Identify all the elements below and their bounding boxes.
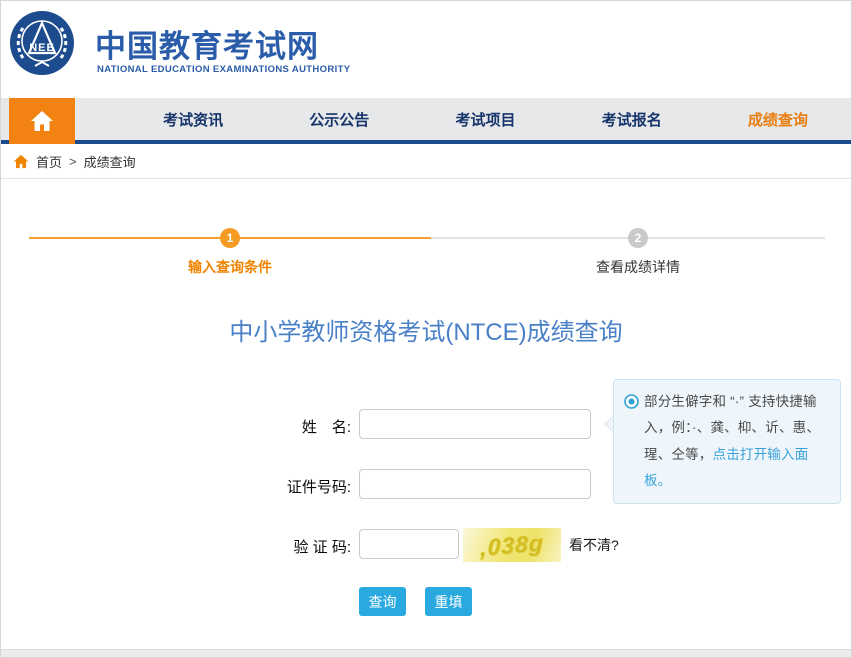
page: NEE 中国教育考试网 NATIONAL EDUCATION EXAMINATI… (0, 0, 852, 658)
captcha-input[interactable] (359, 529, 459, 559)
breadcrumb-home-icon (13, 154, 29, 169)
breadcrumb-separator: > (69, 154, 77, 169)
page-title: 中小学教师资格考试(NTCE)成绩查询 (1, 312, 851, 347)
rare-character-tooltip: 部分生僻字和 “·” 支持快捷输入，例：·、龚、枊、䜣、惠、瑆、仝等，点击打开输… (613, 379, 841, 504)
nav-item-score-inquiry[interactable]: 成绩查询 (705, 98, 851, 140)
tooltip-body: 部分生僻字和 “·” 支持快捷输入，例：·、龚、枊、䜣、惠、瑆、仝等，点击打开输… (644, 389, 830, 494)
step-2-circle: 2 (628, 228, 648, 248)
captcha-label: 验 证 码: (231, 536, 351, 557)
site-header: NEE 中国教育考试网 NATIONAL EDUCATION EXAMINATI… (1, 1, 851, 98)
nav-home-button[interactable] (9, 98, 75, 144)
radio-dot-icon (624, 394, 639, 409)
breadcrumb-home-link[interactable]: 首页 (36, 152, 62, 171)
id-number-input[interactable] (359, 469, 591, 499)
home-icon (30, 110, 54, 132)
name-label: 姓 名: (231, 416, 351, 437)
site-title: 中国教育考试网 (95, 21, 319, 66)
reset-button[interactable]: 重填 (425, 587, 472, 616)
main-nav: 考试资讯 公示公告 考试项目 考试报名 成绩查询 (1, 98, 851, 144)
svg-text:NEE: NEE (29, 42, 55, 54)
site-subtitle: NATIONAL EDUCATION EXAMINATIONS AUTHORIT… (97, 64, 350, 75)
name-input[interactable] (359, 409, 591, 439)
neea-logo-icon: NEE (9, 10, 75, 76)
captcha-image[interactable]: ,038g (463, 528, 561, 562)
nav-list: 考试资讯 公示公告 考试项目 考试报名 成绩查询 (75, 98, 851, 140)
captcha-text: ,038g (480, 529, 544, 562)
neea-logo[interactable]: NEE (9, 10, 75, 76)
footer-strip (1, 649, 851, 657)
nav-item-exam-programs[interactable]: 考试项目 (412, 98, 558, 140)
nav-item-exam-news[interactable]: 考试资讯 (120, 98, 266, 140)
nav-item-public-notices[interactable]: 公示公告 (266, 98, 412, 140)
query-button[interactable]: 查询 (359, 587, 406, 616)
step-1-circle: 1 (220, 228, 240, 248)
step-1-label: 输入查询条件 (145, 257, 315, 277)
id-number-label: 证件号码: (231, 476, 351, 497)
step-2-label: 查看成绩详情 (553, 257, 723, 277)
breadcrumb-current: 成绩查询 (84, 152, 136, 171)
nav-item-exam-registration[interactable]: 考试报名 (559, 98, 705, 140)
breadcrumb: 首页 > 成绩查询 (1, 144, 851, 179)
captcha-refresh-link[interactable]: 看不清? (569, 535, 619, 555)
